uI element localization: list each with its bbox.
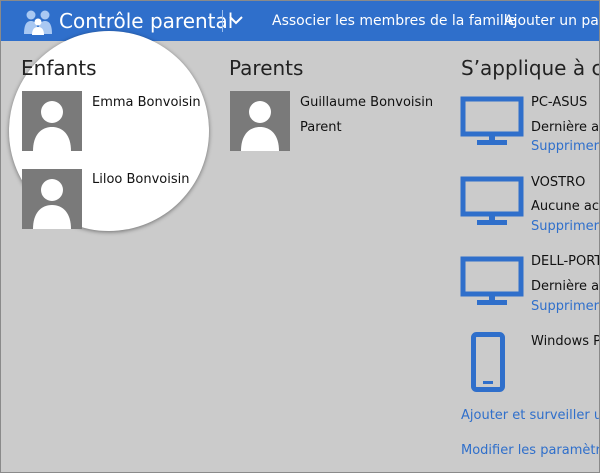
device-name: PC-ASUS — [531, 95, 588, 110]
user-icon — [22, 169, 82, 229]
monitor-icon — [460, 96, 524, 145]
avatar[interactable] — [22, 169, 82, 229]
device-name: DELL-PORTABLE — [531, 254, 600, 269]
parent-name[interactable]: Guillaume Bonvoisin — [300, 94, 433, 112]
avatar[interactable] — [230, 91, 290, 151]
app-title: Contrôle parental — [59, 9, 234, 33]
nav-link-add-parent[interactable]: Ajouter un parent — [504, 12, 599, 30]
device-status: Dernière activité — [531, 279, 600, 294]
phone-icon — [471, 332, 505, 392]
user-icon — [230, 91, 290, 151]
child-name[interactable]: Liloo Bonvoisin — [92, 171, 190, 189]
children-section-title: Enfants — [21, 56, 97, 80]
remove-device-link[interactable]: Supprimer — [531, 298, 599, 315]
title-divider — [222, 10, 223, 32]
add-device-link[interactable]: Ajouter et surveiller un appareil — [461, 407, 599, 424]
devices-section-title: S’applique à ces appareils — [461, 56, 599, 80]
device-status: Aucune activité — [531, 199, 600, 214]
device-name: Windows Phone — [531, 334, 599, 349]
avatar[interactable] — [22, 91, 82, 151]
modify-settings-link[interactable]: Modifier les paramètres — [461, 442, 599, 459]
user-icon — [22, 91, 82, 151]
device-status: Dernière activité — [531, 120, 600, 135]
child-name[interactable]: Emma Bonvoisin — [92, 94, 201, 112]
remove-device-link[interactable]: Supprimer — [531, 138, 599, 155]
nav-link-associate-family[interactable]: Associer les membres de la famille — [272, 12, 516, 30]
remove-device-link[interactable]: Supprimer — [531, 218, 599, 235]
chevron-down-icon[interactable] — [227, 11, 245, 29]
family-icon — [24, 10, 52, 35]
parental-control-window: Contrôle parental Associer les membres d… — [0, 0, 600, 473]
monitor-icon — [460, 256, 524, 305]
parent-role: Parent — [300, 120, 342, 135]
device-name: VOSTRO — [531, 175, 586, 190]
parents-section-title: Parents — [229, 56, 304, 80]
monitor-icon — [460, 176, 524, 225]
